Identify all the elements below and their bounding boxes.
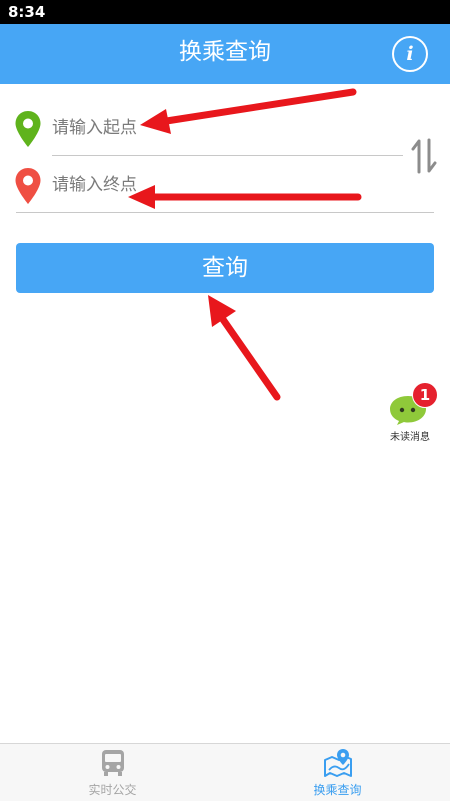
- nav-item-transfer-query[interactable]: 换乘查询: [225, 744, 450, 801]
- unread-messages-label: 未读消息: [390, 432, 430, 443]
- swap-vertical-icon[interactable]: [410, 136, 438, 176]
- nav-label-transfer-query: 换乘查询: [313, 783, 362, 797]
- end-input[interactable]: 请输入终点: [52, 171, 352, 199]
- start-input-divider: [52, 155, 403, 156]
- start-input[interactable]: 请输入起点: [52, 114, 352, 142]
- page-title: 换乘查询: [179, 39, 271, 65]
- start-input-row: 请输入起点: [0, 100, 450, 156]
- unread-count-badge: 1: [412, 382, 438, 408]
- end-input-divider: [16, 212, 434, 213]
- nav-item-realtime-bus[interactable]: 实时公交: [0, 744, 225, 801]
- status-time: 8:34: [8, 3, 46, 21]
- map-route-icon: [324, 749, 352, 777]
- end-input-row: 请输入终点: [0, 157, 450, 213]
- app-bar: 换乘查询 i: [0, 24, 450, 84]
- start-pin-icon: [15, 111, 41, 147]
- query-button[interactable]: 查询: [16, 243, 434, 293]
- nav-label-realtime-bus: 实时公交: [88, 783, 137, 797]
- status-bar: 8:34: [0, 0, 450, 24]
- info-icon[interactable]: i: [392, 36, 428, 72]
- bus-icon: [102, 750, 124, 776]
- annotation-arrow-query: [208, 295, 281, 401]
- end-pin-icon: [15, 168, 41, 204]
- unread-messages-button[interactable]: 1 未读消息: [385, 380, 441, 450]
- bottom-nav: 实时公交 换乘查询: [0, 743, 450, 801]
